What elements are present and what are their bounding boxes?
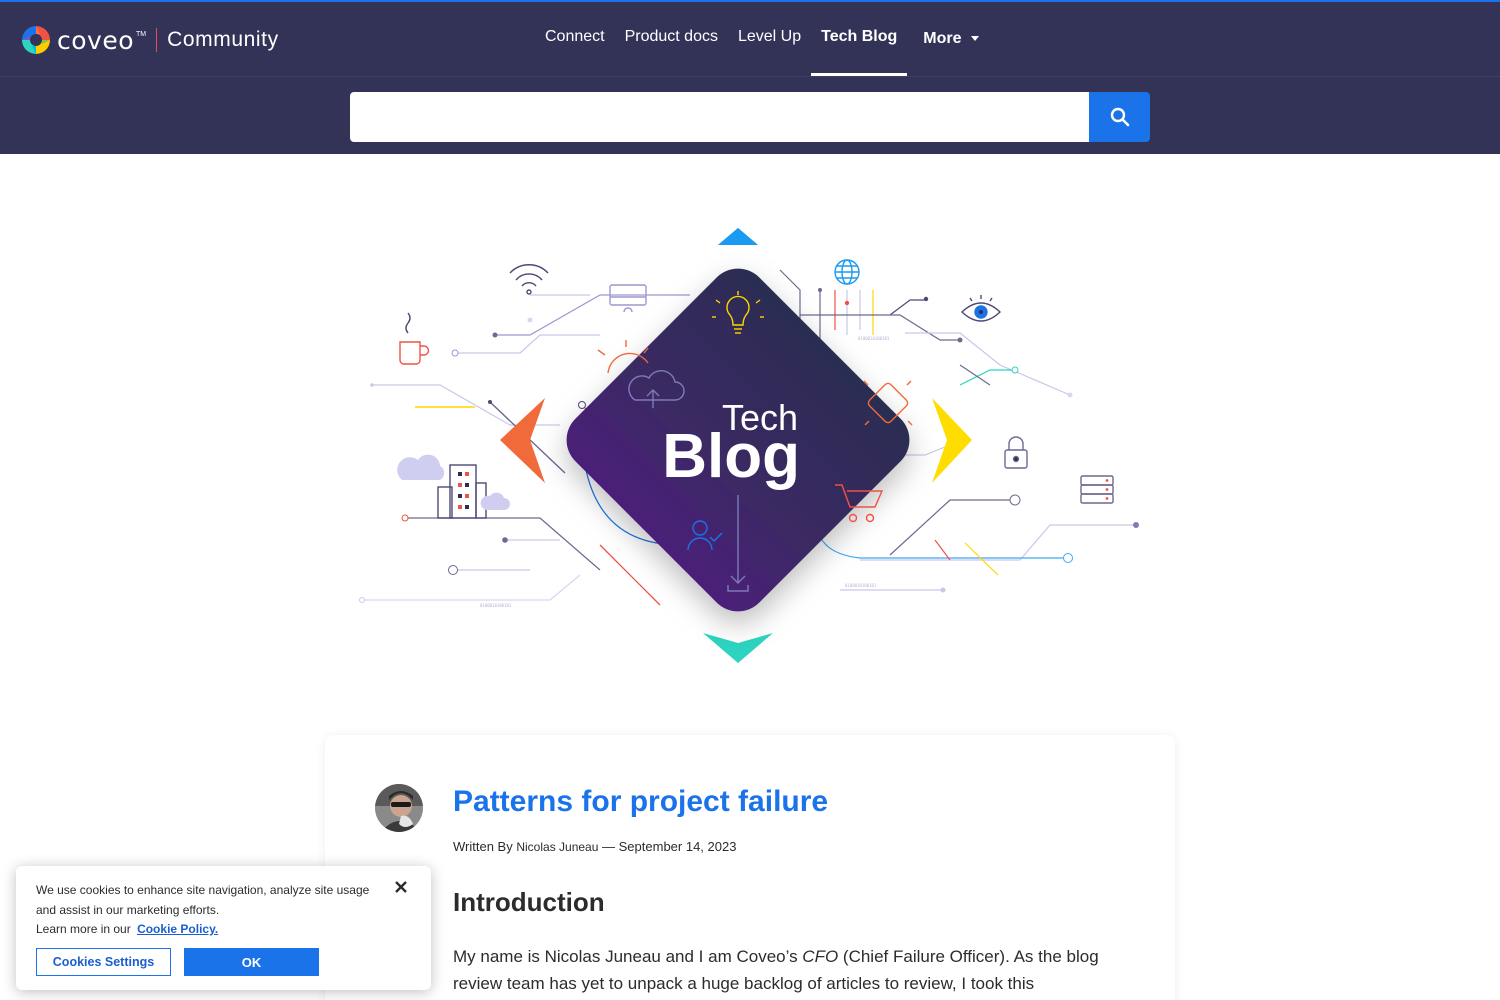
tech-blog-hero-illustration: 0100010100101 0100010100101 010001010010… xyxy=(350,215,1150,675)
site-header: coveo TM Community Connect Product docs … xyxy=(0,0,1500,154)
author-name[interactable]: Nicolas Juneau xyxy=(516,840,598,854)
nav-more-label: More xyxy=(923,29,962,47)
globe-icon xyxy=(834,259,860,285)
author-avatar[interactable] xyxy=(375,784,423,832)
brand[interactable]: coveo TM Community xyxy=(20,22,279,58)
search-icon xyxy=(1110,107,1129,127)
cookies-settings-button[interactable]: Cookies Settings xyxy=(36,948,171,976)
post-date: September 14, 2023 xyxy=(618,839,737,854)
nav-level-up[interactable]: Level Up xyxy=(728,2,811,75)
padlock-icon xyxy=(1004,436,1028,469)
main-nav: Connect Product docs Level Up Tech Blog … xyxy=(535,2,989,77)
section-heading: Introduction xyxy=(453,887,605,917)
close-icon[interactable] xyxy=(393,879,409,895)
building-icon xyxy=(437,464,487,519)
wifi-icon xyxy=(509,264,549,295)
post-title[interactable]: Patterns for project failure xyxy=(453,785,828,819)
cloud-icon xyxy=(397,454,510,510)
eye-icon xyxy=(960,295,1002,322)
blog-post-card: Patterns for project failure Written By … xyxy=(325,735,1175,1000)
cookie-ok-button[interactable]: OK xyxy=(184,948,319,976)
written-by-label: Written By xyxy=(453,839,513,854)
nav-tech-blog[interactable]: Tech Blog xyxy=(811,2,908,76)
post-paragraph: My name is Nicolas Juneau and I am Coveo… xyxy=(453,943,1103,997)
coffee-mug-icon xyxy=(399,312,430,365)
arrow-right-icon xyxy=(932,398,972,483)
svg-text:0100010100101: 0100010100101 xyxy=(858,336,890,341)
cookie-text: We use cookies to enhance site navigatio… xyxy=(36,883,370,917)
brand-divider xyxy=(156,28,158,52)
search-button[interactable] xyxy=(1089,92,1150,142)
cookie-policy-link[interactable]: Cookie Policy. xyxy=(137,922,218,936)
chevron-down-icon xyxy=(970,36,979,41)
search-bar xyxy=(350,92,1150,142)
nav-connect[interactable]: Connect xyxy=(535,2,615,75)
paragraph-emphasis: CFO xyxy=(802,947,839,966)
cookie-message: We use cookies to enhance site navigatio… xyxy=(36,881,386,940)
server-icon xyxy=(1080,475,1114,504)
nav-product-docs[interactable]: Product docs xyxy=(615,2,728,75)
coveo-logo-icon xyxy=(22,26,50,54)
cookie-learn-more: Learn more in our xyxy=(36,922,131,936)
search-input[interactable] xyxy=(350,92,1089,142)
brand-section-label: Community xyxy=(167,28,279,51)
arrow-down-icon xyxy=(703,633,773,663)
svg-text:0100010100101: 0100010100101 xyxy=(480,603,512,608)
nav-more-dropdown[interactable]: More xyxy=(913,2,988,75)
nav-row: coveo TM Community Connect Product docs … xyxy=(0,2,1500,77)
date-separator: — xyxy=(598,839,619,854)
post-byline: Written By Nicolas Juneau — September 14… xyxy=(453,839,736,854)
monitor-icon xyxy=(609,284,647,313)
hero-title-large: Blog xyxy=(662,422,800,491)
arrow-left-icon xyxy=(500,398,545,483)
cookie-banner: We use cookies to enhance site navigatio… xyxy=(16,866,431,990)
svg-text:0100010100101: 0100010100101 xyxy=(845,583,877,588)
brand-trademark: TM xyxy=(136,30,147,38)
avatar-photo xyxy=(375,784,423,832)
paragraph-start: My name is Nicolas Juneau and I am Coveo… xyxy=(453,947,803,966)
hero-graphic: 0100010100101 0100010100101 010001010010… xyxy=(359,228,1139,663)
brand-name: coveo xyxy=(57,25,135,55)
